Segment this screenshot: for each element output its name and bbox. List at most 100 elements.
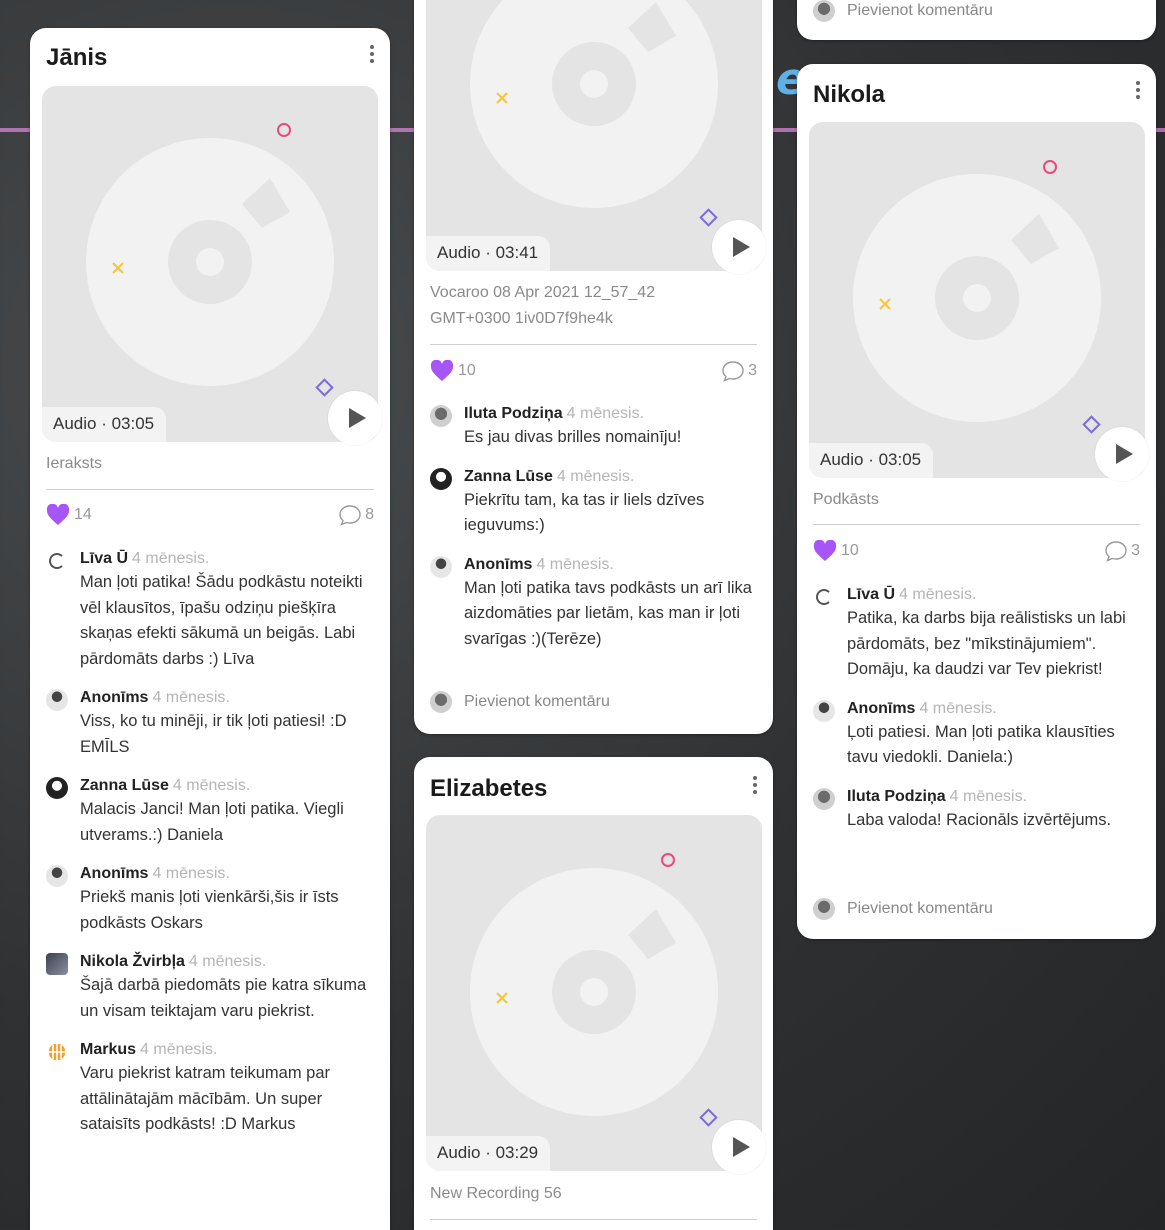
comment-author[interactable]: Markus	[80, 1041, 136, 1058]
comment-text: Ļoti patiesi. Man ļoti patika klausīties…	[847, 722, 1115, 767]
audio-duration-label: Audio · 03:41	[426, 236, 551, 271]
comment-author[interactable]: Zanna Lūse	[80, 777, 169, 794]
post-card-janis[interactable]: Jānis Audio · 03:05 Ieraksts 14 8 Līva Ū…	[30, 28, 390, 1230]
comment-text: Viss, ko tu minēji, ir tik ļoti patiesi!…	[80, 712, 347, 756]
comment-item: Līva Ū4 mēnesis. Man ļoti patika! Šādu p…	[46, 548, 376, 672]
avatar	[813, 898, 835, 920]
post-card-nikola[interactable]: Nikola Audio · 03:05 Podkāsts 10 3 Līva …	[797, 64, 1156, 939]
comment-text: Varu piekrist katram teikumam par attāli…	[80, 1064, 331, 1133]
add-comment-button[interactable]: Pievienot komentāru	[813, 898, 993, 920]
more-options-icon[interactable]	[1136, 78, 1140, 102]
more-options-icon[interactable]	[753, 773, 757, 797]
avatar	[46, 777, 68, 799]
post-caption: Vocaroo 08 Apr 2021 12_57_42 GMT+0300 1i…	[430, 284, 656, 327]
avatar	[816, 589, 832, 605]
disc-icon	[86, 123, 334, 397]
heart-icon[interactable]	[46, 504, 70, 526]
disc-icon	[470, 0, 718, 227]
comment-text: Piekrītu tam, ka tas ir liels dzīves ieg…	[464, 490, 705, 535]
comment-count: 8	[365, 506, 374, 523]
comment-author[interactable]: Anonīms	[464, 556, 532, 573]
comment-item: Zanna Lūse 4 mēnesis. Malacis Janci! Man …	[46, 775, 376, 848]
comment-item: Anonīms 4 mēnesis. Viss, ko tu minēji, ir…	[46, 687, 376, 760]
add-comment-button[interactable]: Pievienot komentāru	[813, 0, 993, 22]
comment-item: Anonīms 4 mēnesis. Priekš manis ļoti vien…	[46, 863, 376, 936]
comment-list: Iluta Podziņa 4 mēnesis. Es jau divas bri…	[430, 403, 759, 667]
add-comment-button[interactable]: Pievienot komentāru	[430, 691, 610, 713]
comment-bubble-icon[interactable]	[338, 504, 362, 526]
avatar	[46, 1041, 68, 1063]
comment-text: Šajā darbā piedomāts pie katra sīkuma un…	[80, 976, 367, 1020]
add-comment-label: Pievienot komentāru	[464, 693, 610, 710]
divider	[430, 344, 757, 345]
comment-time: 4 mēnesis.	[140, 1041, 218, 1058]
avatar	[430, 555, 452, 578]
post-card-middle-top[interactable]: Audio · 03:41 Vocaroo 08 Apr 2021 12_57_…	[414, 0, 773, 734]
like-count: 14	[74, 506, 92, 523]
comment-time: 4 mēnesis.	[566, 405, 645, 422]
avatar	[813, 699, 835, 722]
post-stats: 10 3	[813, 540, 1140, 562]
divider	[430, 1219, 757, 1220]
comment-time: 4 mēnesis.	[152, 689, 230, 706]
comment-author[interactable]: Līva Ū	[80, 550, 128, 567]
avatar	[49, 553, 65, 569]
card-title: Jānis	[46, 44, 108, 71]
play-button[interactable]	[712, 1120, 766, 1174]
comment-author[interactable]: Līva Ū	[847, 586, 895, 603]
comment-author[interactable]: Anonīms	[847, 700, 915, 717]
post-card-elizabetes[interactable]: Elizabetes Audio · 03:29 New Recording 5…	[414, 757, 773, 1230]
comment-author[interactable]: Zanna Lūse	[464, 468, 553, 485]
divider	[813, 524, 1140, 525]
audio-thumbnail[interactable]: Audio · 03:05	[809, 122, 1145, 478]
comment-author[interactable]: Iluta Podziņa	[847, 788, 946, 805]
audio-thumbnail[interactable]: Audio · 03:41	[426, 0, 762, 271]
comment-bubble-icon[interactable]	[721, 360, 745, 382]
comment-author[interactable]: Anonīms	[80, 865, 148, 882]
post-stats: 10 3	[430, 360, 757, 382]
post-card-right-top[interactable]: Pievienot komentāru	[797, 0, 1156, 40]
audio-duration-label: Audio · 03:05	[809, 443, 934, 478]
comment-author[interactable]: Iluta Podziņa	[464, 405, 563, 422]
card-title: Elizabetes	[430, 775, 548, 802]
audio-thumbnail[interactable]: Audio · 03:05	[42, 86, 378, 442]
comment-time: 4 mēnesis.	[556, 467, 635, 485]
heart-icon[interactable]	[430, 360, 454, 382]
comment-list: Līva Ū 4 mēnesis. Patika, ka darbs bija r…	[813, 584, 1142, 848]
heart-icon[interactable]	[813, 540, 837, 562]
comment-text: Man ļoti patika! Šādu podkāstu noteikti …	[80, 573, 363, 668]
comment-item: Iluta Podziņa 4 mēnesis. Es jau divas bri…	[430, 403, 759, 451]
card-title: Nikola	[813, 81, 886, 108]
avatar	[46, 865, 68, 887]
comment-time: 4 mēnesis.	[949, 787, 1028, 805]
comment-bubble-icon[interactable]	[1104, 540, 1128, 562]
more-options-icon[interactable]	[370, 42, 374, 66]
avatar	[46, 689, 68, 711]
comment-time: 4 mēnesis.	[188, 953, 267, 970]
comment-item: Līva Ū4 mēnesis. Patika, ka darbs bija r…	[813, 584, 1142, 683]
comment-time: 4 mēnesis.	[152, 865, 230, 882]
comment-text: Patika, ka darbs bija reālistisks un lab…	[847, 609, 1126, 678]
comment-text: Priekš manis ļoti vienkārši,šis ir īsts …	[80, 888, 339, 932]
disc-icon	[470, 853, 718, 1127]
divider	[46, 489, 374, 490]
comment-text: Laba valoda! Racionāls izvērtējums.	[847, 810, 1112, 829]
comment-author[interactable]: Nikola Žvirbļa	[80, 953, 185, 970]
play-icon	[1115, 444, 1133, 464]
comment-time: 4 mēnesis.	[919, 699, 997, 717]
audio-duration-label: Audio · 03:29	[426, 1136, 551, 1171]
play-icon	[732, 237, 750, 257]
avatar	[430, 405, 452, 427]
play-button[interactable]	[712, 220, 766, 274]
avatar	[813, 0, 835, 22]
comment-text: Es jau divas brilles nomainīju!	[464, 428, 682, 446]
audio-thumbnail[interactable]: Audio · 03:29	[426, 815, 762, 1171]
play-button[interactable]	[328, 391, 382, 445]
post-caption: Ieraksts	[46, 455, 103, 472]
comment-author[interactable]: Anonīms	[80, 689, 148, 706]
play-button[interactable]	[1095, 427, 1149, 481]
avatar	[430, 467, 452, 490]
comment-count: 3	[1131, 542, 1140, 559]
comment-count: 3	[748, 362, 757, 379]
comment-time: 4 mēnesis.	[536, 555, 614, 573]
